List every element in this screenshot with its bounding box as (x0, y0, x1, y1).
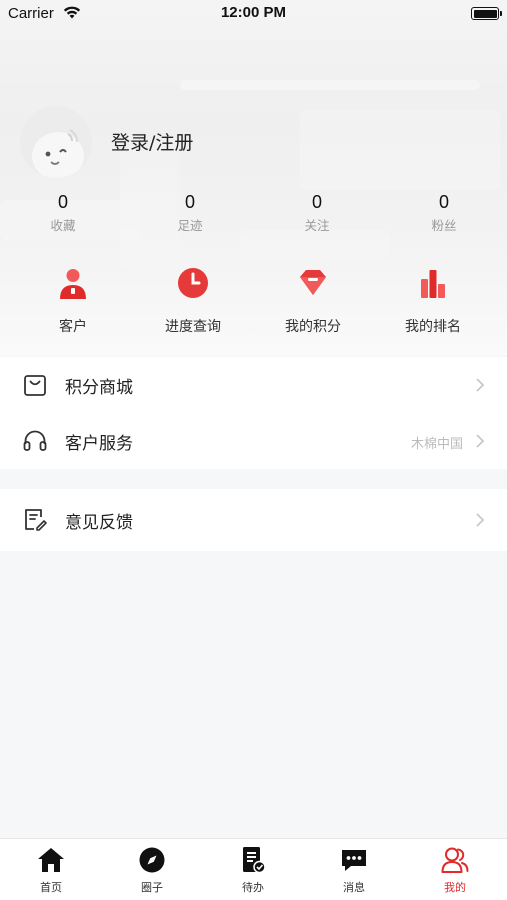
tab-todo[interactable]: 待办 (203, 845, 303, 895)
stat-label: 粉丝 (431, 218, 457, 233)
menu-item-label: 客户服务 (65, 434, 133, 454)
chevron-right-icon (476, 513, 485, 527)
stat-label: 收藏 (50, 218, 76, 233)
customer-icon (60, 269, 86, 299)
login-register-link[interactable]: 登录/注册 (111, 128, 193, 155)
quick-action-points[interactable]: 我的积分 (263, 266, 363, 336)
status-bar: Carrier 12:00 PM (0, 0, 507, 30)
screen: Carrier 12:00 PM 登录/注册 0 收藏 0 足迹 0 关注 0 … (0, 0, 507, 900)
user-icon (441, 847, 469, 873)
menu-item-points-mall[interactable]: 积分商城 (0, 357, 507, 413)
quick-action-label: 我的排名 (405, 319, 461, 335)
tab-home[interactable]: 首页 (1, 845, 101, 895)
edit-note-icon (25, 509, 47, 531)
menu-item-feedback[interactable]: 意见反馈 (0, 489, 507, 551)
stat-label: 关注 (304, 218, 330, 233)
tab-circle[interactable]: 圈子 (102, 845, 202, 895)
tab-label: 消息 (343, 881, 365, 894)
stat-value: 0 (57, 192, 68, 212)
menu-section-main: 积分商城 客户服务 木棉中国 (0, 357, 507, 469)
message-icon (342, 850, 366, 871)
quick-action-label: 客户 (59, 319, 87, 335)
menu-item-label: 积分商城 (65, 378, 133, 398)
status-time: 12:00 PM (220, 4, 287, 21)
tab-mine[interactable]: 我的 (405, 845, 505, 895)
quick-action-ranking[interactable]: 我的排名 (383, 266, 483, 336)
todo-icon (243, 847, 266, 874)
stats-bar: 0 收藏 0 足迹 0 关注 0 粉丝 (0, 190, 507, 240)
chevron-right-icon (476, 378, 485, 392)
stat-following[interactable]: 0 关注 (277, 190, 357, 234)
battery-icon (471, 7, 502, 20)
home-icon (38, 848, 64, 872)
menu-section-feedback: 意见反馈 (0, 489, 507, 551)
quick-action-label: 进度查询 (165, 319, 221, 335)
quick-action-customer[interactable]: 客户 (23, 266, 123, 336)
stat-favorites[interactable]: 0 收藏 (23, 190, 103, 234)
tab-bar: 首页 圈子 待办 消息 我的 (0, 838, 507, 900)
customer-service-extra: 木棉中国 (410, 437, 463, 452)
stat-value: 0 (184, 192, 195, 212)
tab-label: 待办 (242, 881, 264, 894)
tab-label: 我的 (444, 881, 466, 894)
clock-icon (178, 268, 208, 298)
tab-messages[interactable]: 消息 (304, 845, 404, 895)
chevron-right-icon (476, 434, 485, 448)
quick-action-label: 我的积分 (285, 319, 341, 335)
bar-chart-icon (421, 270, 445, 298)
tab-label: 圈子 (141, 881, 163, 894)
diamond-icon (300, 270, 326, 295)
compass-icon (139, 847, 165, 873)
stat-value: 0 (311, 192, 322, 212)
avatar-face-icon (20, 106, 92, 178)
shopping-bag-icon (24, 375, 46, 396)
stat-value: 0 (438, 192, 449, 212)
tab-label: 首页 (40, 881, 62, 894)
menu-item-customer-service[interactable]: 客户服务 木棉中国 (0, 413, 507, 469)
headset-icon (23, 430, 47, 451)
stat-label: 足迹 (177, 218, 203, 233)
stat-fans[interactable]: 0 粉丝 (404, 190, 484, 234)
avatar[interactable] (20, 106, 92, 178)
menu-item-label: 意见反馈 (65, 513, 133, 533)
quick-actions: 客户 进度查询 我的积分 我的排名 (0, 266, 507, 336)
stat-footprints[interactable]: 0 足迹 (150, 190, 230, 234)
quick-action-progress[interactable]: 进度查询 (143, 266, 243, 336)
